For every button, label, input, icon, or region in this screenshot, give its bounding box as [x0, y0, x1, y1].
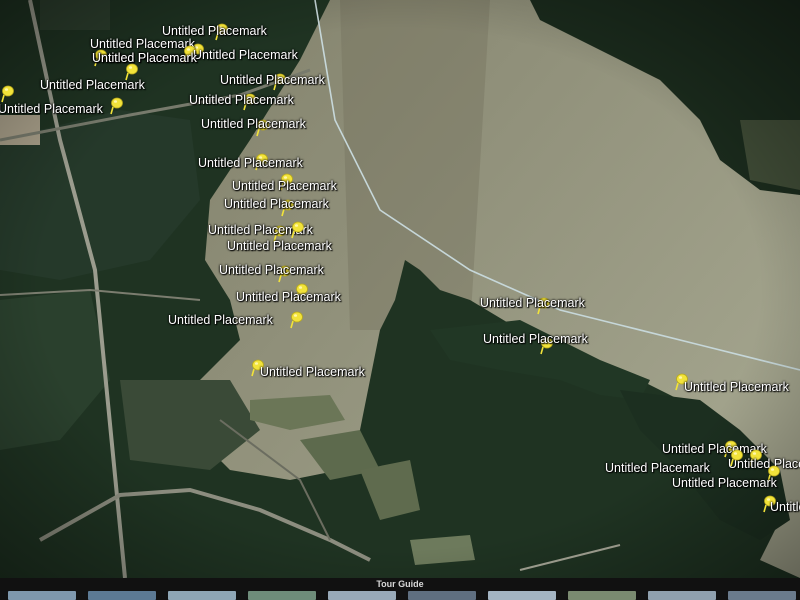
tour-thumbnail[interactable]: [648, 591, 716, 600]
satellite-map[interactable]: Untitled Placemark Untitled Placemark Unti…: [0, 0, 800, 578]
tour-thumbnail[interactable]: [328, 591, 396, 600]
placemark-label[interactable]: Untitled Placemark: [198, 156, 303, 170]
placemark-label[interactable]: Untitled Placemark: [232, 179, 337, 193]
tour-thumbnail[interactable]: [408, 591, 476, 600]
placemark-label[interactable]: Untitled Placemark: [236, 290, 341, 304]
placemark-pin-icon[interactable]: [289, 311, 303, 329]
placemark-label[interactable]: Untitled Placemark: [672, 476, 777, 490]
placemark-pin-icon[interactable]: [109, 97, 123, 115]
placemark-label[interactable]: Untitled Placemark: [770, 500, 800, 514]
tour-thumbnail[interactable]: [728, 591, 796, 600]
placemark-label[interactable]: Untitled Placemark: [219, 263, 324, 277]
tour-thumbnail[interactable]: [488, 591, 556, 600]
placemark-label[interactable]: Untitled Placemark: [193, 48, 298, 62]
tour-guide-thumbnails: [0, 589, 800, 600]
placemark-label[interactable]: Untitled Placemark: [224, 197, 329, 211]
placemark-label[interactable]: Untitled Placemark: [0, 102, 103, 116]
placemark-pin-icon[interactable]: [0, 85, 14, 103]
tour-guide-title: Tour Guide: [376, 579, 424, 589]
placemark-label[interactable]: Untitled Placemark: [605, 461, 710, 475]
placemark-label[interactable]: Untitled Placemark: [260, 365, 365, 379]
placemark-pin-icon[interactable]: [124, 63, 138, 81]
placemark-pin-icon[interactable]: [290, 221, 304, 239]
placemark-label[interactable]: Untitled Placemark: [189, 93, 294, 107]
tour-thumbnail[interactable]: [168, 591, 236, 600]
tour-thumbnail[interactable]: [8, 591, 76, 600]
placemark-label[interactable]: Untitled Placemark: [201, 117, 306, 131]
tour-thumbnail[interactable]: [248, 591, 316, 600]
placemark-label[interactable]: Untitled Placemark: [483, 332, 588, 346]
tour-thumbnail[interactable]: [568, 591, 636, 600]
placemark-label[interactable]: Untitled Placemark: [220, 73, 325, 87]
placemark-label[interactable]: Untitled Placemark: [480, 296, 585, 310]
placemark-label[interactable]: Untitled Placemark: [684, 380, 789, 394]
placemark-label[interactable]: Untitled Placemark: [92, 51, 197, 65]
placemark-label[interactable]: Untitled Placemark: [162, 24, 267, 38]
placemark-pin-icon[interactable]: [729, 449, 743, 467]
placemark-label[interactable]: Untitled Placemark: [227, 239, 332, 253]
tour-guide-bar: Tour Guide: [0, 578, 800, 600]
tour-thumbnail[interactable]: [88, 591, 156, 600]
placemark-label[interactable]: Untitled Placemark: [168, 313, 273, 327]
